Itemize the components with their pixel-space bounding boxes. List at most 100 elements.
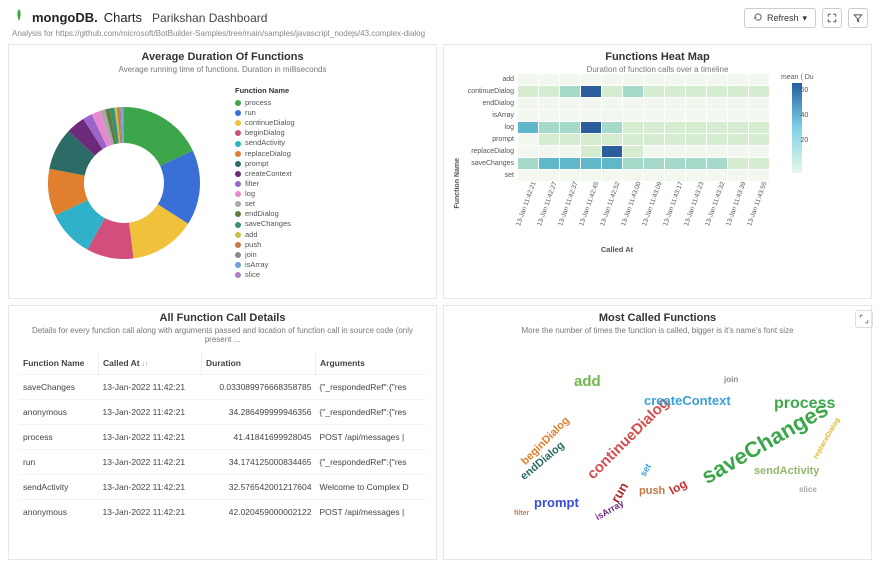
heatmap-cell[interactable] — [686, 110, 706, 121]
heatmap-cell[interactable] — [644, 170, 664, 181]
fullscreen-chart-button[interactable] — [855, 310, 873, 328]
heatmap-cell[interactable] — [686, 86, 706, 97]
heatmap-cell[interactable] — [581, 134, 601, 145]
heatmap-cell[interactable] — [581, 110, 601, 121]
legend-item[interactable]: set — [235, 199, 295, 209]
table-header[interactable]: Called At ↓↑ — [99, 352, 202, 375]
heatmap-cell[interactable] — [560, 110, 580, 121]
legend-item[interactable]: add — [235, 230, 295, 240]
heatmap-cell[interactable] — [707, 170, 727, 181]
heatmap-cell[interactable] — [518, 146, 538, 157]
legend-item[interactable]: log — [235, 189, 295, 199]
legend-item[interactable]: saveChanges — [235, 219, 295, 229]
heatmap-cell[interactable] — [539, 146, 559, 157]
legend-item[interactable]: prompt — [235, 159, 295, 169]
heatmap-cell[interactable] — [686, 146, 706, 157]
heatmap-cell[interactable] — [602, 158, 622, 169]
legend-item[interactable]: process — [235, 98, 295, 108]
heatmap-cell[interactable] — [518, 122, 538, 133]
heatmap-cell[interactable] — [623, 86, 643, 97]
legend-item[interactable]: beginDialog — [235, 128, 295, 138]
heatmap-cell[interactable] — [539, 158, 559, 169]
heatmap-cell[interactable] — [581, 122, 601, 133]
heatmap-cell[interactable] — [560, 134, 580, 145]
heatmap-cell[interactable] — [728, 170, 748, 181]
cloud-word[interactable]: join — [724, 375, 738, 384]
table-row[interactable]: anonymous13-Jan-2022 11:42:2142.02045900… — [19, 500, 426, 525]
heatmap-cell[interactable] — [623, 98, 643, 109]
heatmap-cell[interactable] — [602, 146, 622, 157]
refresh-button[interactable]: Refresh ▾ — [744, 8, 816, 28]
heatmap-cell[interactable] — [728, 134, 748, 145]
heatmap-cell[interactable] — [707, 158, 727, 169]
heatmap-cell[interactable] — [665, 98, 685, 109]
heatmap-cell[interactable] — [686, 134, 706, 145]
heatmap-cell[interactable] — [707, 98, 727, 109]
heatmap-cell[interactable] — [644, 110, 664, 121]
legend-item[interactable]: sendActivity — [235, 138, 295, 148]
heatmap-cell[interactable] — [728, 122, 748, 133]
cloud-word[interactable]: prompt — [534, 495, 579, 510]
heatmap-cell[interactable] — [749, 146, 769, 157]
heatmap-cell[interactable] — [518, 134, 538, 145]
table-row[interactable]: process13-Jan-2022 11:42:2141.4184169992… — [19, 425, 426, 450]
heatmap-cell[interactable] — [707, 86, 727, 97]
heatmap-cell[interactable] — [581, 98, 601, 109]
heatmap-cell[interactable] — [749, 98, 769, 109]
heatmap-cell[interactable] — [665, 122, 685, 133]
heatmap-cell[interactable] — [686, 158, 706, 169]
heatmap-cell[interactable] — [560, 122, 580, 133]
legend-item[interactable]: continueDialog — [235, 118, 295, 128]
heatmap-cell[interactable] — [749, 170, 769, 181]
heatmap-cell[interactable] — [539, 86, 559, 97]
heatmap-cell[interactable] — [728, 146, 748, 157]
heatmap-cell[interactable] — [665, 134, 685, 145]
heatmap-cell[interactable] — [560, 74, 580, 85]
heatmap-cell[interactable] — [602, 110, 622, 121]
heatmap-grid[interactable]: addcontinueDialogendDialogisArraylogprom… — [463, 74, 771, 181]
heatmap-cell[interactable] — [560, 146, 580, 157]
legend-item[interactable]: run — [235, 108, 295, 118]
heatmap-cell[interactable] — [539, 122, 559, 133]
table-row[interactable]: anonymous13-Jan-2022 11:42:2134.28649999… — [19, 400, 426, 425]
heatmap-cell[interactable] — [623, 74, 643, 85]
cloud-word[interactable]: add — [574, 373, 601, 390]
legend-item[interactable]: createContext — [235, 169, 295, 179]
heatmap-cell[interactable] — [665, 158, 685, 169]
heatmap-cell[interactable] — [644, 98, 664, 109]
heatmap-cell[interactable] — [644, 86, 664, 97]
heatmap-cell[interactable] — [581, 170, 601, 181]
heatmap-cell[interactable] — [749, 134, 769, 145]
heatmap-cell[interactable] — [665, 74, 685, 85]
heatmap-cell[interactable] — [602, 74, 622, 85]
heatmap-cell[interactable] — [644, 158, 664, 169]
heatmap-cell[interactable] — [686, 170, 706, 181]
heatmap-cell[interactable] — [518, 158, 538, 169]
heatmap-cell[interactable] — [644, 74, 664, 85]
legend-item[interactable]: join — [235, 250, 295, 260]
heatmap-cell[interactable] — [707, 110, 727, 121]
heatmap-cell[interactable] — [728, 98, 748, 109]
heatmap-cell[interactable] — [581, 158, 601, 169]
heatmap-cell[interactable] — [602, 86, 622, 97]
heatmap-cell[interactable] — [560, 170, 580, 181]
heatmap-cell[interactable] — [539, 110, 559, 121]
heatmap-cell[interactable] — [749, 110, 769, 121]
cloud-word[interactable]: isArray — [594, 498, 626, 522]
heatmap-cell[interactable] — [644, 134, 664, 145]
heatmap-cell[interactable] — [518, 74, 538, 85]
heatmap-cell[interactable] — [707, 74, 727, 85]
table-header[interactable]: Duration — [202, 352, 316, 375]
heatmap-cell[interactable] — [581, 74, 601, 85]
heatmap-cell[interactable] — [686, 98, 706, 109]
heatmap-cell[interactable] — [602, 98, 622, 109]
heatmap-cell[interactable] — [602, 122, 622, 133]
heatmap-cell[interactable] — [749, 74, 769, 85]
heatmap-cell[interactable] — [728, 110, 748, 121]
heatmap-cell[interactable] — [623, 122, 643, 133]
table-row[interactable]: run13-Jan-2022 11:42:2134.17412500083446… — [19, 450, 426, 475]
heatmap-cell[interactable] — [686, 122, 706, 133]
table-row[interactable]: saveChanges13-Jan-2022 11:42:210.0330899… — [19, 375, 426, 400]
heatmap-cell[interactable] — [602, 134, 622, 145]
heatmap-cell[interactable] — [644, 122, 664, 133]
